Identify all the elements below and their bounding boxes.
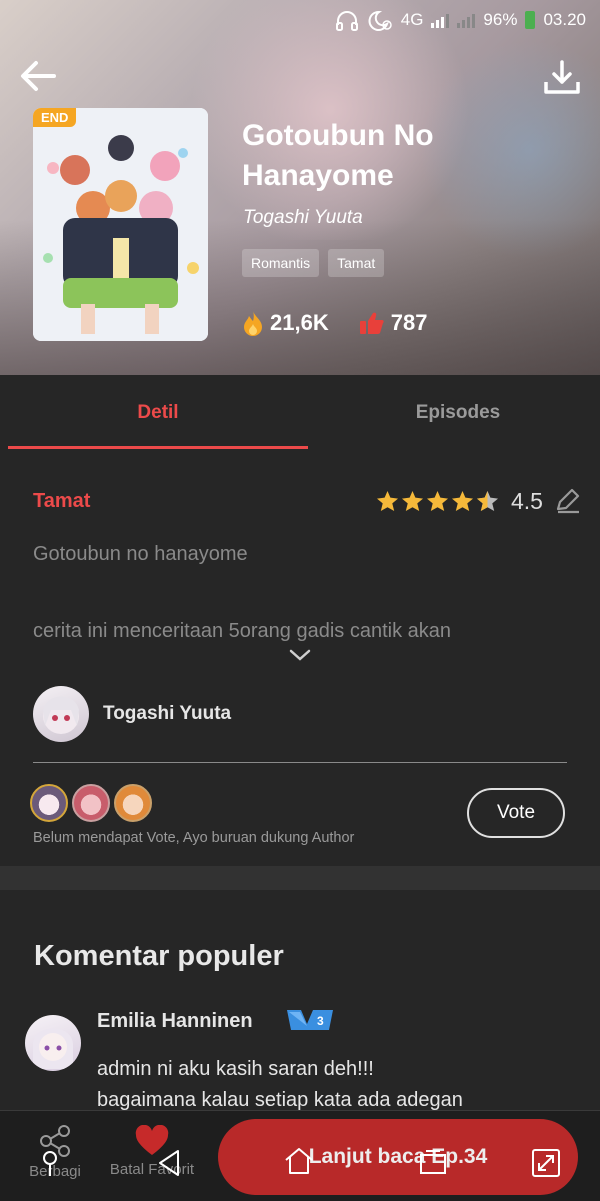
star-icon xyxy=(401,490,424,512)
voter-avatars xyxy=(30,784,152,822)
comic-title: Gotoubun No Hanayome xyxy=(242,119,434,192)
tag-tamat[interactable]: Tamat xyxy=(328,249,385,277)
battery-icon xyxy=(525,11,536,29)
alarm-moon-icon xyxy=(368,10,392,31)
status-bar: 4G 96% 03.20 xyxy=(335,6,586,34)
star-half-icon xyxy=(476,490,499,512)
end-badge: END xyxy=(33,108,77,127)
cover-artwork xyxy=(33,108,208,341)
popular-comments: Komentar populer Emilia Hanninen 3 admin… xyxy=(0,890,600,1111)
comment-line: admin ni aku kasih saran deh!!! xyxy=(97,1058,374,1080)
author-name: Togashi Yuuta xyxy=(103,703,232,724)
clock: 03.20 xyxy=(543,10,586,29)
description-title: Gotoubun no hanayome xyxy=(33,543,248,565)
author-avatar xyxy=(33,686,89,742)
publication-status: Tamat xyxy=(33,490,91,512)
voter-avatar xyxy=(30,784,68,822)
signal-icon xyxy=(431,12,450,28)
detail-panel: Tamat 4.5 Gotoubun no hanayome cerita in… xyxy=(0,450,600,866)
commenter-avatar[interactable] xyxy=(25,1015,81,1071)
headphones-icon xyxy=(335,11,358,31)
back-arrow-icon[interactable] xyxy=(18,56,58,96)
divider xyxy=(33,762,567,763)
edit-rating-icon[interactable] xyxy=(553,487,581,515)
continue-reading-button[interactable]: Lanjut baca Ep.34 xyxy=(218,1119,578,1195)
likes-count: 787 xyxy=(390,310,428,335)
views-stat: 21,6K xyxy=(242,310,329,336)
star-icon xyxy=(376,490,399,512)
level-badge-icon: 3 xyxy=(287,1010,333,1030)
battery-percent: 96% xyxy=(483,10,518,29)
genre-tags: Romantis Tamat xyxy=(242,249,385,277)
likes-stat: 787 xyxy=(359,310,428,336)
rating-value: 4.5 xyxy=(511,487,543,514)
vote-button[interactable]: Vote xyxy=(467,788,565,838)
nav-fullscreen-icon[interactable] xyxy=(529,1146,563,1180)
chevron-down-icon[interactable] xyxy=(288,647,312,663)
thumbs-up-icon xyxy=(359,312,384,334)
level-number: 3 xyxy=(317,1014,324,1028)
tab-detil[interactable]: Detil xyxy=(8,375,308,450)
star-icon xyxy=(451,490,474,512)
nav-pin-icon[interactable] xyxy=(33,1146,67,1180)
rating: 4.5 xyxy=(376,487,581,515)
fire-icon xyxy=(244,311,262,336)
nav-back-icon[interactable] xyxy=(152,1146,186,1180)
cover-image: END xyxy=(33,108,208,341)
author-row[interactable]: Togashi Yuuta xyxy=(33,686,231,742)
voter-avatar xyxy=(72,784,110,822)
download-icon[interactable] xyxy=(542,58,582,98)
comments-heading: Komentar populer xyxy=(34,940,284,972)
detail-tabs: Detil Episodes xyxy=(0,375,600,451)
synopsis-text: cerita ini menceritaan 5orang gadis cant… xyxy=(33,620,452,642)
network-type: 4G xyxy=(400,10,424,29)
tag-romantis[interactable]: Romantis xyxy=(242,249,320,277)
comic-stats: 21,6K 787 xyxy=(242,310,427,336)
nav-recents-icon[interactable] xyxy=(416,1146,450,1180)
vote-note: Belum mendapat Vote, Ayo buruan dukung A… xyxy=(33,830,355,846)
nav-home-icon[interactable] xyxy=(282,1144,316,1178)
comic-author: Togashi Yuuta xyxy=(243,207,363,228)
comment-text: admin ni aku kasih saran deh!!! bagaiman… xyxy=(97,1054,463,1116)
views-count: 21,6K xyxy=(270,310,329,335)
section-separator xyxy=(0,866,600,890)
tab-episodes[interactable]: Episodes xyxy=(308,375,600,450)
commenter-name[interactable]: Emilia Hanninen xyxy=(97,1010,253,1033)
star-icon xyxy=(426,490,449,512)
signal-icon-2 xyxy=(457,12,476,28)
voter-avatar xyxy=(114,784,152,822)
active-tab-indicator xyxy=(8,446,308,449)
